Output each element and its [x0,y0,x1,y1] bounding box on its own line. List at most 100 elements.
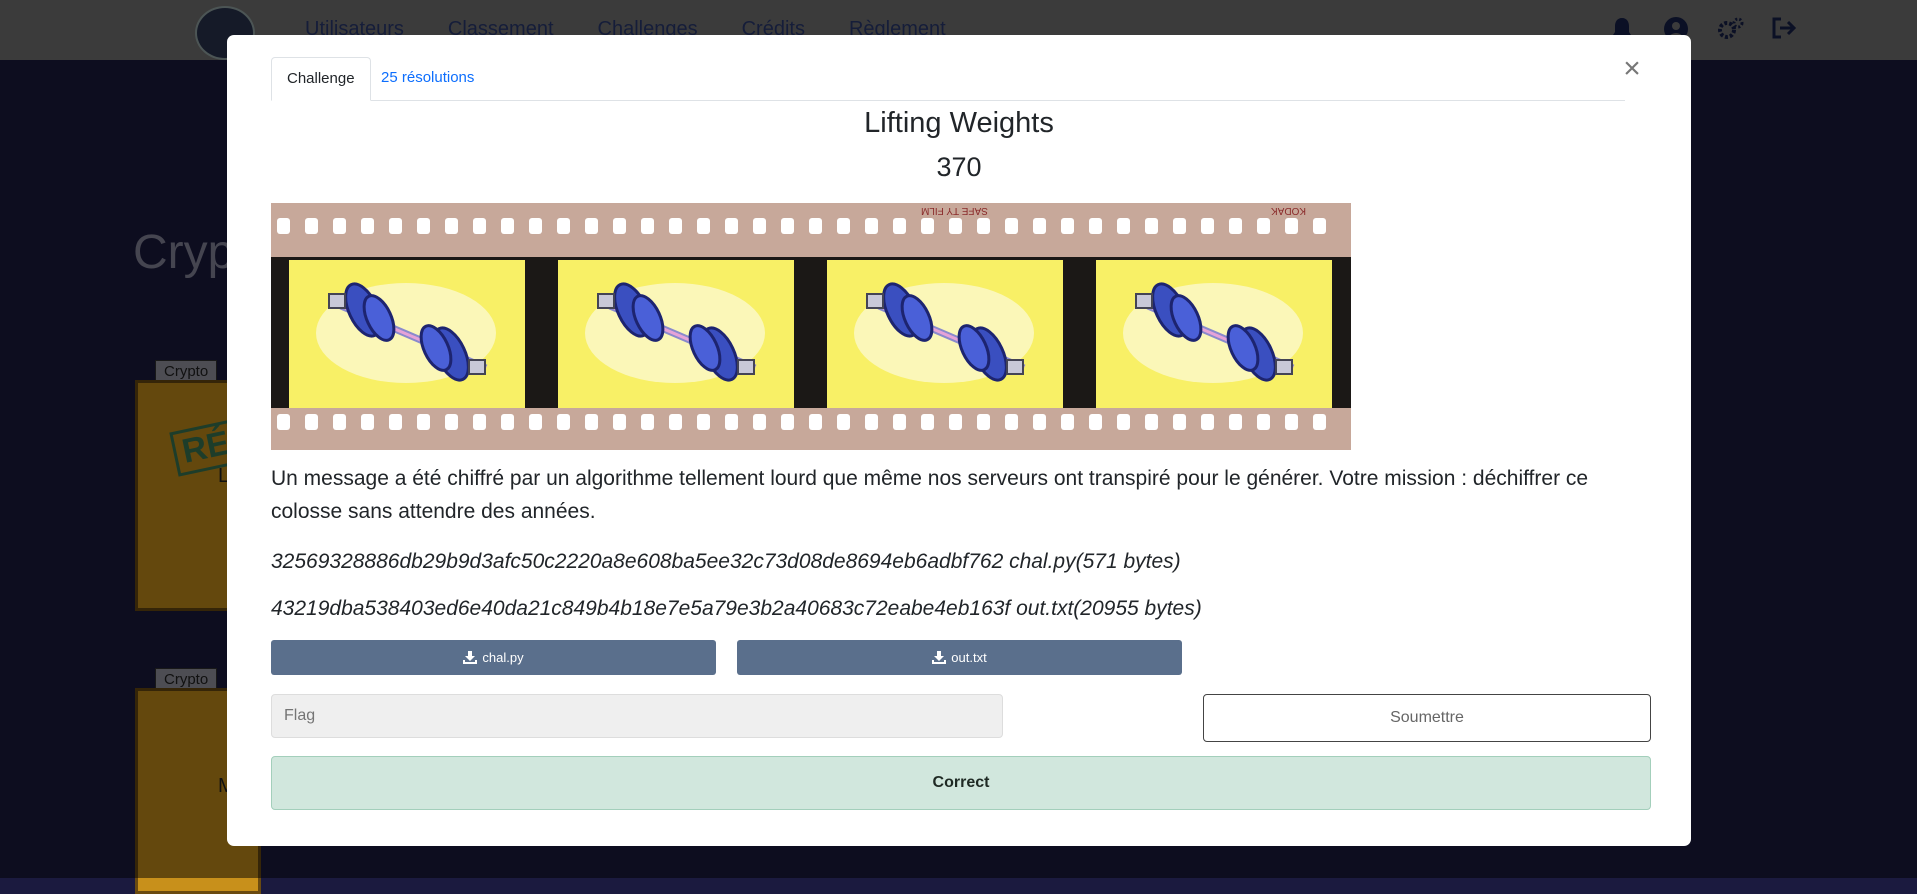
film-brand-text: KODAK [1271,205,1307,216]
film-sprocket-hole [1229,414,1242,430]
film-sprocket-hole [865,414,878,430]
film-sprocket-hole [389,414,402,430]
film-sprocket-hole [977,414,990,430]
film-sprocket-hole [333,218,346,234]
film-sprocket-hole [1033,218,1046,234]
film-sprocket-hole [529,218,542,234]
film-sprocket-hole [529,414,542,430]
film-sprocket-hole [613,414,626,430]
film-sprocket-hole [697,218,710,234]
film-sprocket-hole [753,414,766,430]
film-sprocket-hole [389,218,402,234]
barbell-icon [1123,282,1303,383]
film-frame [1096,260,1332,410]
film-sprocket-hole [361,218,374,234]
download-chal-py-button[interactable]: chal.py [271,640,716,675]
challenge-description: Un message a été chiffré par un algorith… [271,467,1589,523]
barbell-icon [854,282,1034,383]
film-sprocket-hole [1173,414,1186,430]
film-strip-top: SAFE TY FILM KODAK [271,203,1351,257]
film-sprocket-hole [837,218,850,234]
film-sprocket-hole [1201,414,1214,430]
download-label: chal.py [482,650,524,665]
film-sprocket-hole [669,218,682,234]
film-frame [558,260,794,410]
film-sprocket-hole [417,414,430,430]
film-sprocket-hole [809,414,822,430]
film-sprocket-hole [585,414,598,430]
barbell-icon [585,282,765,383]
film-sprocket-hole [1089,218,1102,234]
film-sprocket-hole [949,218,962,234]
tab-challenge[interactable]: Challenge [271,57,371,101]
film-sprocket-hole [1005,414,1018,430]
file-hash-line: 43219dba538403ed6e40da21c849b4b18e7e5a79… [271,597,1202,620]
film-sprocket-hole [1033,414,1046,430]
film-sprocket-hole [305,414,318,430]
challenge-image: SAFE TY FILM KODAK [271,203,1351,450]
film-sprocket-hole [893,414,906,430]
film-sprocket-hole [921,218,934,234]
film-sprocket-hole [725,414,738,430]
film-sprocket-hole [557,218,570,234]
film-sprocket-hole [781,218,794,234]
film-sprocket-hole [921,414,934,430]
film-sprocket-hole [1313,414,1326,430]
film-sprocket-hole [557,414,570,430]
film-sprocket-hole [445,414,458,430]
film-sprocket-hole [865,218,878,234]
result-alert: Correct [271,756,1651,810]
flag-input[interactable] [271,694,1003,738]
film-strip-bottom [271,408,1351,450]
film-sprocket-hole [1173,218,1186,234]
film-sprocket-hole [1061,218,1074,234]
film-sprocket-hole [1005,218,1018,234]
film-sprocket-hole [305,218,318,234]
film-sprocket-hole [473,414,486,430]
film-frame [827,260,1063,410]
download-out-txt-button[interactable]: out.txt [737,640,1182,675]
download-icon [932,651,947,664]
film-sprocket-hole [977,218,990,234]
film-sprocket-hole [1313,218,1326,234]
film-sprocket-hole [1257,218,1270,234]
film-sprocket-hole [837,414,850,430]
barbell-icon [316,282,496,383]
submit-button[interactable]: Soumettre [1203,694,1651,742]
film-sprocket-hole [1145,218,1158,234]
challenge-modal: × Challenge 25 résolutions Lifting Weigh… [227,35,1691,846]
challenge-title: Lifting Weights [864,107,1054,139]
film-sprocket-hole [501,414,514,430]
film-sprocket-hole [753,218,766,234]
film-sprocket-hole [1229,218,1242,234]
modal-tabs: Challenge 25 résolutions [271,57,1625,101]
film-sprocket-hole [1089,414,1102,430]
film-sprocket-hole [1285,218,1298,234]
film-sprocket-hole [669,414,682,430]
film-sprocket-hole [1117,414,1130,430]
film-sprocket-hole [585,218,598,234]
film-sprocket-hole [417,218,430,234]
film-sprocket-hole [613,218,626,234]
film-sprocket-hole [641,414,654,430]
film-sprocket-hole [1257,414,1270,430]
film-sprocket-hole [361,414,374,430]
tab-solves[interactable]: 25 résolutions [366,57,489,99]
film-sprocket-hole [501,218,514,234]
film-sprocket-hole [781,414,794,430]
file-hash-line: 32569328886db29b9d3afc50c2220a8e608ba5ee… [271,550,1181,573]
challenge-points: 370 [936,152,982,182]
film-sprocket-hole [893,218,906,234]
film-sprocket-hole [809,218,822,234]
film-sprocket-hole [277,414,290,430]
film-sprocket-hole [333,414,346,430]
film-sprocket-hole [277,218,290,234]
film-sprocket-hole [641,218,654,234]
film-sprocket-hole [1145,414,1158,430]
film-sprocket-hole [1285,414,1298,430]
film-frame [289,260,525,410]
film-sprocket-hole [725,218,738,234]
film-sprocket-hole [697,414,710,430]
film-sprocket-hole [1061,414,1074,430]
film-sprocket-hole [1117,218,1130,234]
